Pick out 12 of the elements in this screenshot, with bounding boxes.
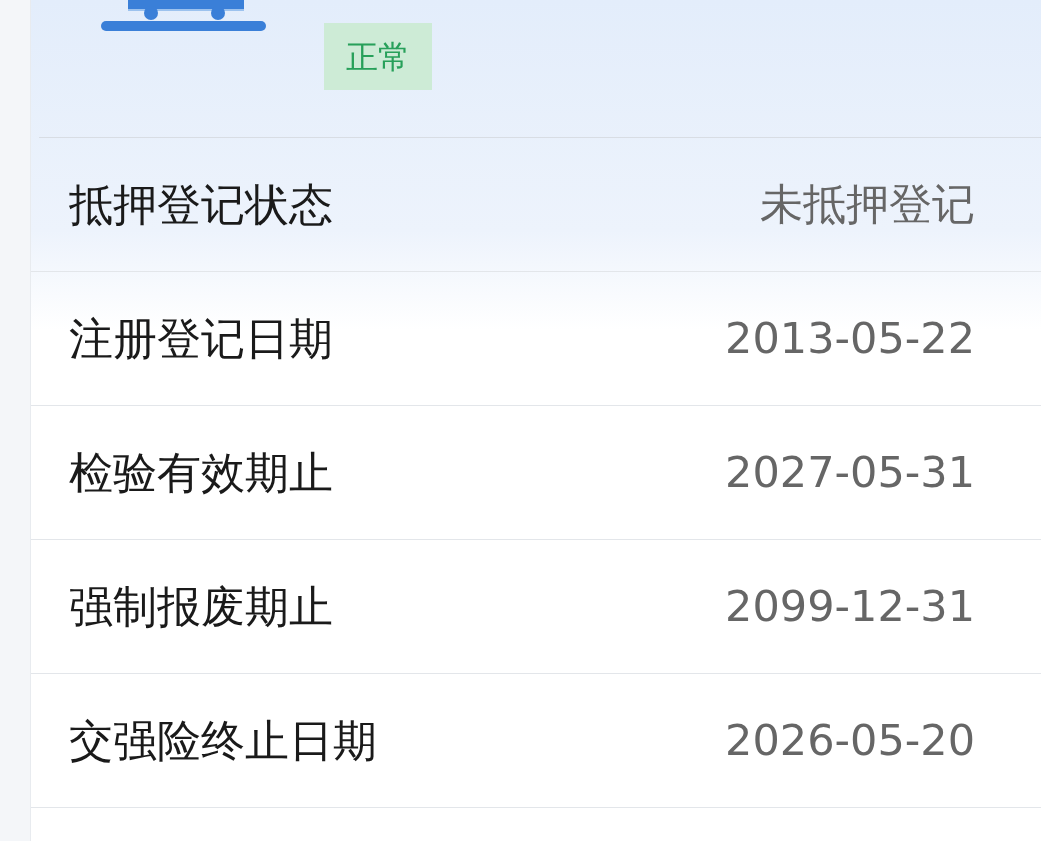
field-label: 注册登记日期: [69, 311, 333, 366]
field-label: 抵押登记状态: [69, 177, 333, 232]
car-icon: [101, 0, 266, 32]
field-label: 交强险终止日期: [69, 713, 377, 768]
field-value: 未抵押登记: [760, 178, 975, 232]
field-value: 2026-05-20: [725, 714, 975, 768]
field-label: 强制报废期止: [69, 579, 333, 634]
field-value: 2013-05-22: [725, 312, 975, 366]
status-badge: 正常: [324, 23, 432, 90]
field-value: 2099-12-31: [725, 580, 975, 634]
field-label: 检验有效期止: [69, 445, 333, 500]
field-value: 2027-05-31: [725, 446, 975, 500]
